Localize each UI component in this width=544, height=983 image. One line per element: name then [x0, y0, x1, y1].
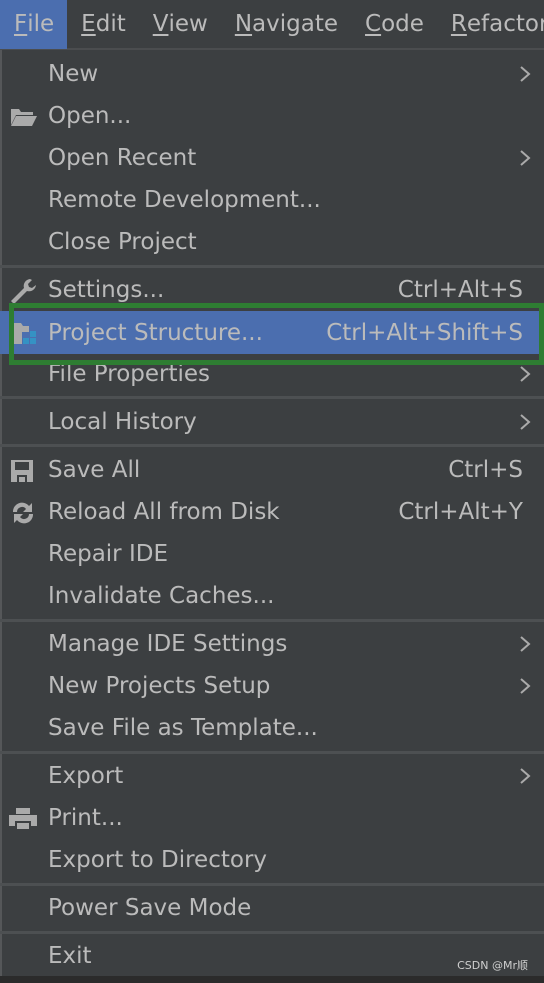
menu-item-shortcut: Ctrl+Alt+Shift+S [326, 319, 523, 346]
menu-item-label: Exit [48, 943, 92, 969]
chevron-right-icon [520, 66, 531, 82]
menu-separator [0, 751, 544, 754]
menu-item-label: Manage IDE Settings [48, 631, 288, 657]
menubar-file[interactable]: File [0, 0, 68, 49]
menu-item-label: Print... [48, 805, 123, 831]
project-structure-icon [14, 323, 36, 344]
menubar-view-rest: iew [168, 11, 208, 37]
menu-item-label: Close Project [48, 229, 197, 255]
printer-icon [9, 808, 37, 831]
menu-item-remote-development[interactable]: Remote Development... [0, 179, 544, 221]
menu-item-shortcut: Ctrl+Alt+Y [398, 499, 523, 525]
save-icon [11, 460, 33, 482]
menu-item-close-project[interactable]: Close Project [0, 221, 544, 263]
menu-bar: File Edit View Navigate Code Refactor [0, 0, 544, 50]
menu-item-label: Export [48, 763, 124, 789]
menu-item-label: New Projects Setup [48, 673, 271, 699]
menu-item-file-properties[interactable]: File Properties [0, 353, 544, 395]
menu-item-label: Project Structure... [48, 319, 263, 346]
menu-item-save-file-as-template[interactable]: Save File as Template... [0, 707, 544, 749]
menu-item-label: Repair IDE [48, 541, 168, 567]
editor-background-strip [0, 976, 544, 983]
menu-item-label: Save All [48, 457, 141, 483]
menubar-code[interactable]: Code [351, 0, 437, 49]
menu-item-print[interactable]: Print... [0, 797, 544, 839]
menu-item-label: Export to Directory [48, 847, 268, 873]
menu-item-label: Open... [48, 103, 132, 129]
menubar-refactor-rest: efactor [466, 11, 544, 37]
menu-item-label: Reload All from Disk [48, 499, 280, 525]
menu-item-new-projects-setup[interactable]: New Projects Setup [0, 665, 544, 707]
menu-item-save-all[interactable]: Save All Ctrl+S [0, 449, 544, 491]
menu-item-shortcut: Ctrl+Alt+S [397, 277, 523, 303]
menu-item-label: File Properties [48, 361, 211, 387]
menu-item-label: Save File as Template... [48, 715, 318, 741]
menu-item-open-recent[interactable]: Open Recent [0, 137, 544, 179]
menu-separator [0, 396, 544, 399]
menu-item-label: Invalidate Caches... [48, 583, 275, 609]
menu-item-new[interactable]: New [0, 53, 544, 95]
chevron-right-icon [520, 768, 531, 784]
chevron-right-icon [520, 414, 531, 430]
menu-separator [0, 931, 544, 934]
menubar-edit-rest: dit [95, 11, 126, 37]
menubar-code-rest: ode [381, 11, 424, 37]
menubar-navigate[interactable]: Navigate [221, 0, 351, 49]
menu-item-reload-all[interactable]: Reload All from Disk Ctrl+Alt+Y [0, 491, 544, 533]
watermark: CSDN @Mr顺 [457, 959, 528, 972]
menu-item-label: Power Save Mode [48, 895, 252, 921]
menubar-edit[interactable]: Edit [67, 0, 139, 49]
menu-separator [0, 883, 544, 886]
menu-separator [0, 619, 544, 622]
menu-item-invalidate-caches[interactable]: Invalidate Caches... [0, 575, 544, 617]
menu-item-settings[interactable]: Settings... Ctrl+Alt+S [0, 269, 544, 311]
menu-item-manage-ide-settings[interactable]: Manage IDE Settings [0, 623, 544, 665]
menu-item-label: New [48, 61, 99, 87]
menu-item-label: Local History [48, 409, 197, 435]
chevron-right-icon [520, 150, 531, 166]
menu-item-repair-ide[interactable]: Repair IDE [0, 533, 544, 575]
menu-item-shortcut: Ctrl+S [448, 457, 523, 483]
chevron-right-icon [520, 678, 531, 694]
menubar-file-rest: ile [27, 11, 55, 37]
wrench-icon [11, 279, 36, 304]
menubar-navigate-rest: avigate [252, 11, 339, 37]
folder-open-icon [11, 109, 37, 126]
menubar-refactor[interactable]: Refactor [437, 0, 544, 49]
reload-icon [12, 502, 34, 524]
menu-item-label: Open Recent [48, 145, 197, 171]
menu-item-export-to-directory[interactable]: Export to Directory [0, 839, 544, 881]
chevron-right-icon [520, 636, 531, 652]
menu-item-local-history[interactable]: Local History [0, 401, 544, 443]
menu-item-power-save-mode[interactable]: Power Save Mode [0, 887, 544, 929]
menu-separator [0, 444, 544, 447]
menu-separator [0, 265, 544, 268]
menu-item-open[interactable]: Open... [0, 95, 544, 137]
menu-item-export[interactable]: Export [0, 755, 544, 797]
menu-item-label: Remote Development... [48, 187, 321, 213]
menu-item-project-structure[interactable]: Project Structure... Ctrl+Alt+Shift+S [0, 311, 544, 354]
chevron-right-icon [520, 366, 531, 382]
menubar-view[interactable]: View [139, 0, 221, 49]
menu-item-label: Settings... [48, 277, 165, 303]
